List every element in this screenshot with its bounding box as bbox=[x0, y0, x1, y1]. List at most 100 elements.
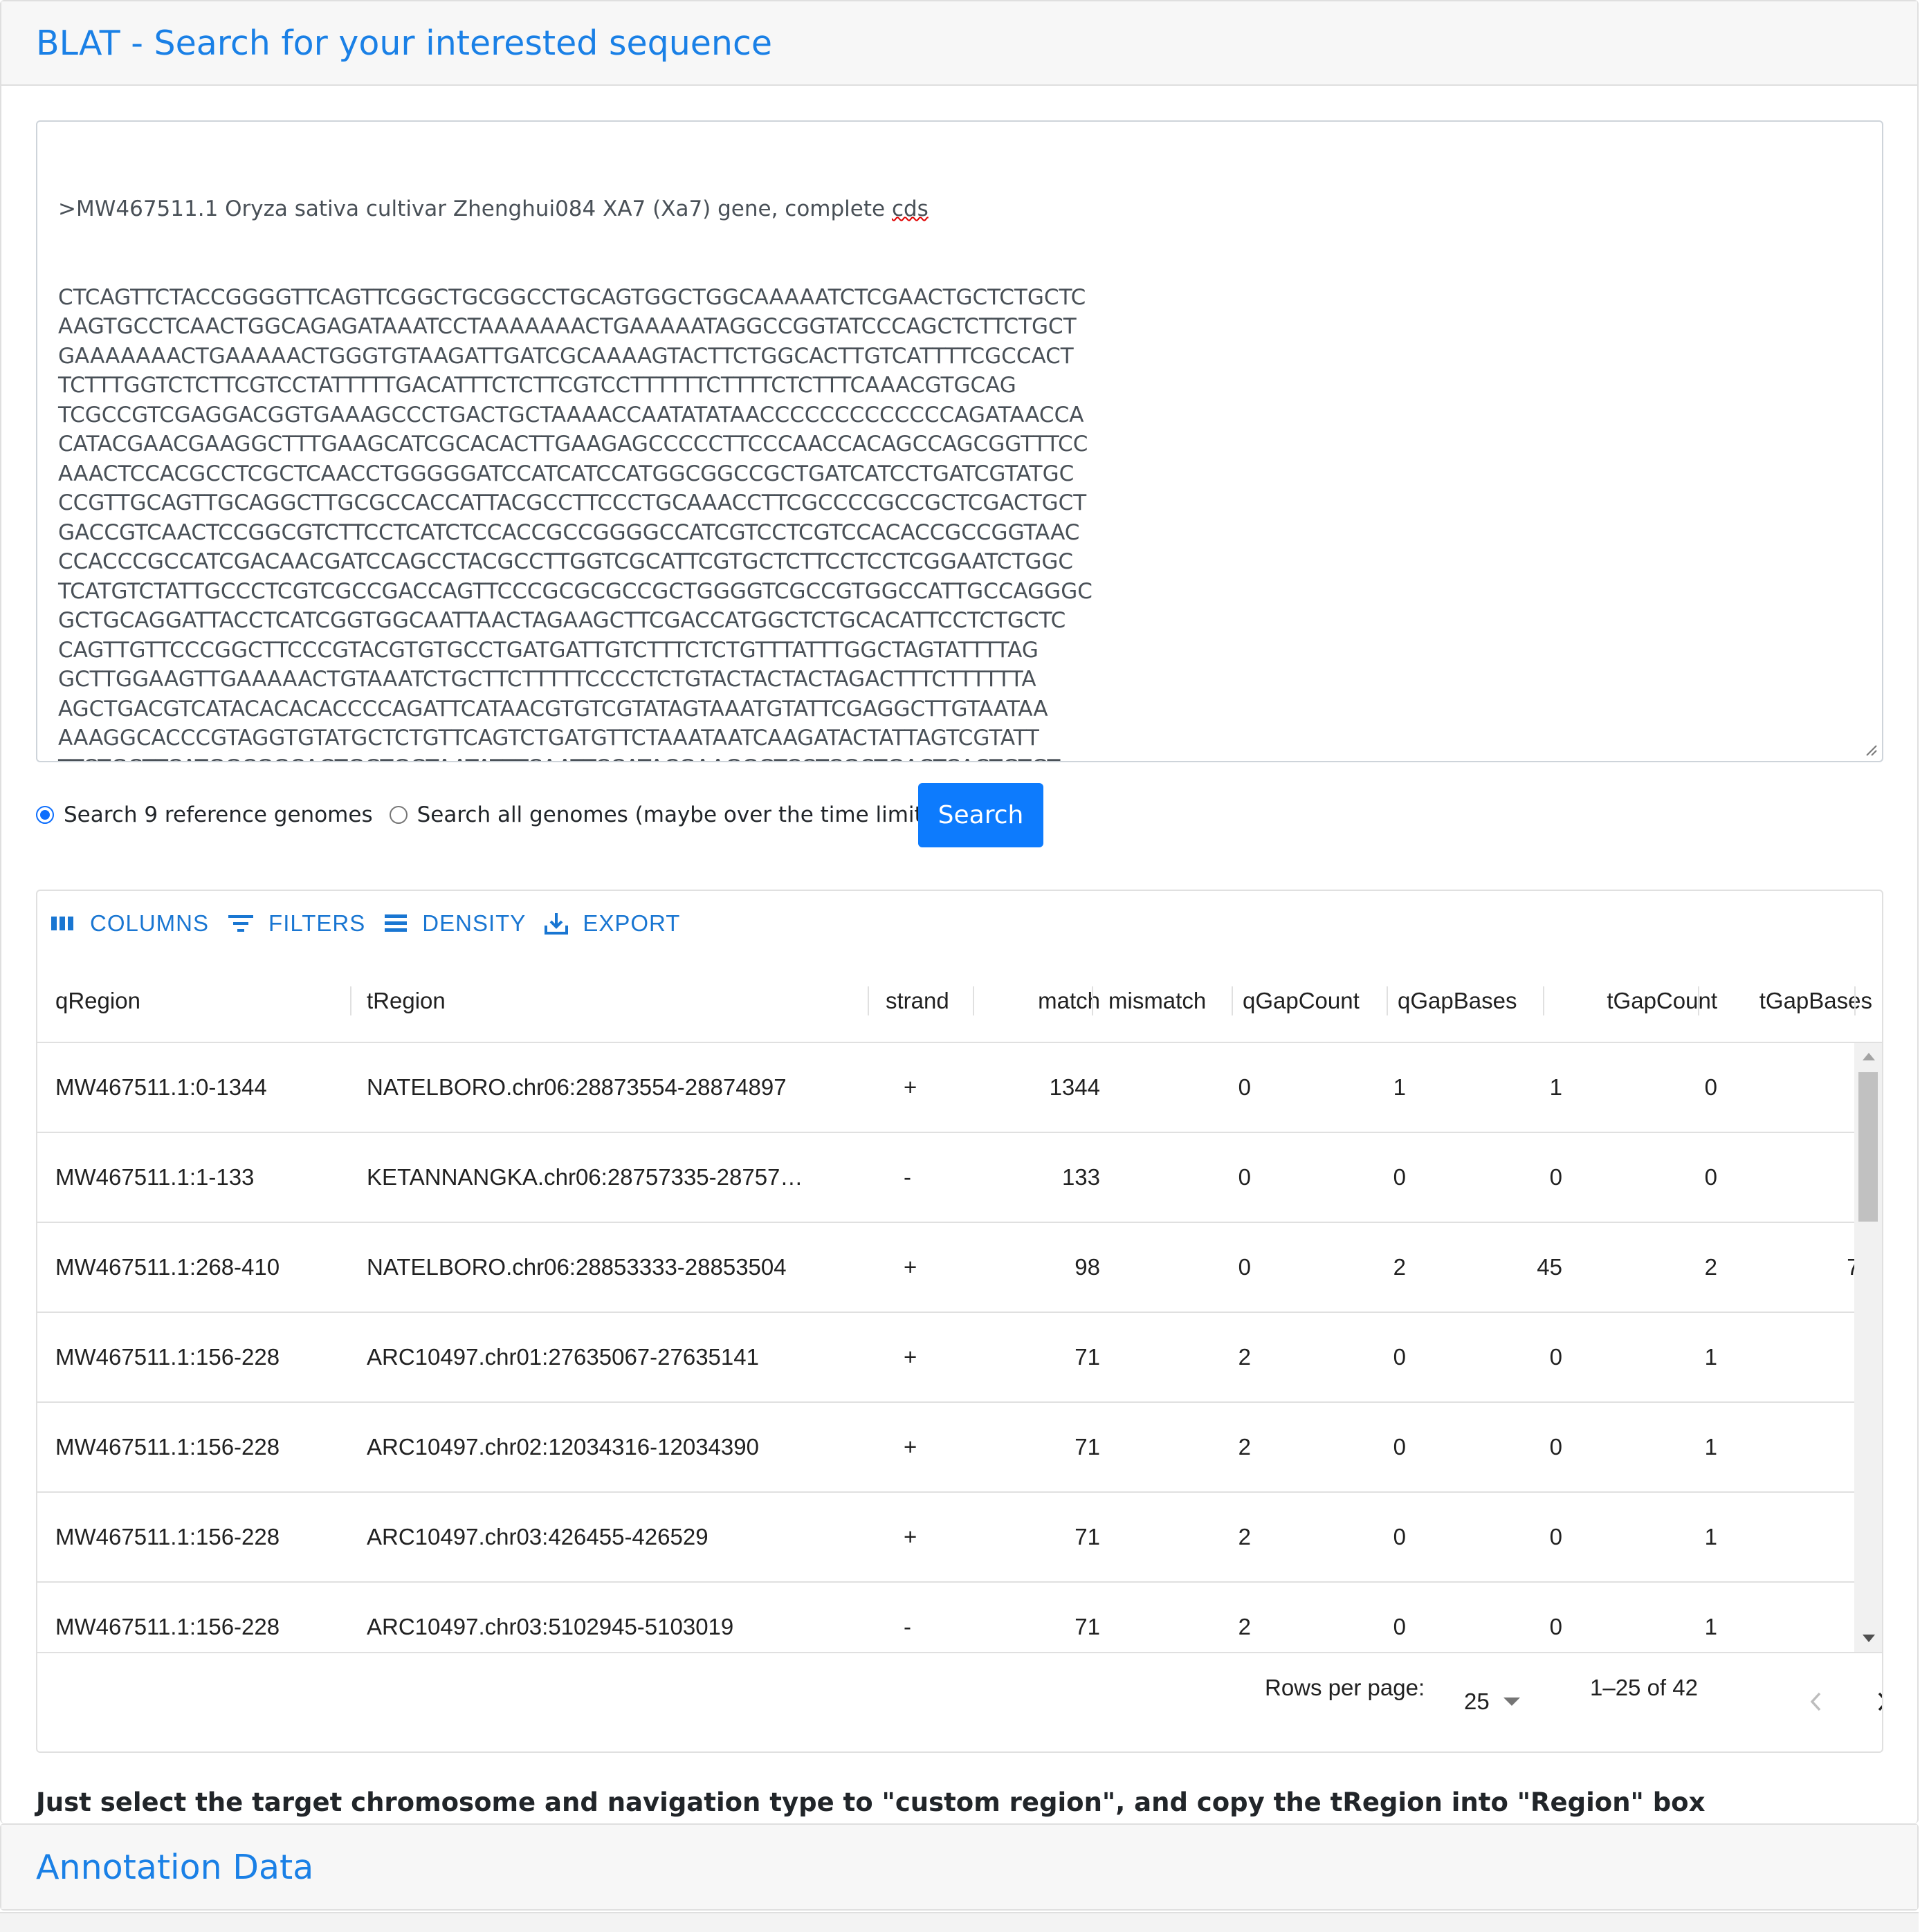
columns-label: COLUMNS bbox=[90, 910, 210, 936]
column-separator[interactable] bbox=[868, 986, 869, 1015]
cell-tgapcount: 0 bbox=[1704, 1164, 1717, 1190]
table-row[interactable]: MW467511.1:156-228 ARC10497.chr03:426455-… bbox=[37, 1493, 1854, 1583]
search-button[interactable]: Search bbox=[918, 783, 1043, 847]
caret-down-icon bbox=[1503, 1698, 1520, 1706]
cell-tgapbases: 2 bbox=[1728, 1583, 1854, 1652]
cell-match: 71 bbox=[1075, 1344, 1100, 1370]
cell-qgapbases: 0 bbox=[1549, 1614, 1562, 1639]
resize-handle-icon[interactable] bbox=[1864, 743, 1878, 757]
table-row[interactable]: MW467511.1:156-228 ARC10497.chr03:5102945… bbox=[37, 1583, 1854, 1652]
radio-all-genomes[interactable] bbox=[389, 806, 408, 824]
cell-tgapcount: 1 bbox=[1704, 1344, 1717, 1370]
cell-qgapbases: 0 bbox=[1549, 1434, 1562, 1460]
column-separator[interactable] bbox=[1232, 986, 1233, 1015]
previous-page-button[interactable] bbox=[1795, 1681, 1836, 1722]
blat-panel-title: BLAT - Search for your interested sequen… bbox=[36, 23, 773, 63]
column-separator[interactable] bbox=[973, 986, 974, 1015]
usage-hint: Just select the target chromosome and na… bbox=[36, 1787, 1706, 1817]
cell-tgapcount: 1 bbox=[1704, 1434, 1717, 1460]
radio-reference-genomes[interactable] bbox=[36, 806, 54, 824]
column-separator[interactable] bbox=[1092, 986, 1093, 1015]
column-separator[interactable] bbox=[350, 986, 351, 1015]
density-icon bbox=[385, 914, 408, 932]
blat-panel-header[interactable]: BLAT - Search for your interested sequen… bbox=[1, 1, 1917, 86]
table-row[interactable]: MW467511.1:1-133 KETANNANGKA.chr06:287573… bbox=[37, 1133, 1854, 1223]
table-row[interactable]: MW467511.1:268-410 NATELBORO.chr06:288533… bbox=[37, 1223, 1854, 1313]
cell-qgapcount: 2 bbox=[1393, 1254, 1406, 1280]
cell-strand: + bbox=[904, 1344, 917, 1370]
columns-icon bbox=[51, 917, 73, 930]
column-header-tgapbases[interactable]: tGapBases bbox=[1728, 960, 1872, 1042]
column-separator[interactable] bbox=[1854, 986, 1856, 1015]
export-label: EXPORT bbox=[583, 910, 681, 936]
radio-reference-genomes-label[interactable]: Search 9 reference genomes bbox=[64, 802, 373, 827]
cell-mismatch: 2 bbox=[1238, 1524, 1251, 1549]
next-page-button[interactable] bbox=[1863, 1681, 1882, 1722]
filters-button[interactable]: FILTERS bbox=[227, 910, 365, 937]
cell-strand: + bbox=[904, 1074, 917, 1100]
column-header-qgapbases[interactable]: qGapBases bbox=[1398, 960, 1543, 1042]
cell-qgapbases: 45 bbox=[1537, 1254, 1562, 1280]
cell-strand: + bbox=[904, 1434, 917, 1460]
column-header-match[interactable]: match bbox=[992, 960, 1100, 1042]
annotation-panel-header[interactable]: Annotation Data bbox=[1, 1825, 1917, 1909]
cell-match: 98 bbox=[1075, 1254, 1100, 1280]
cell-match: 71 bbox=[1075, 1614, 1100, 1639]
table-row[interactable]: MW467511.1:156-228 ARC10497.chr02:1203431… bbox=[37, 1403, 1854, 1493]
column-separator[interactable] bbox=[1543, 986, 1544, 1015]
cell-qregion: MW467511.1:156-228 bbox=[55, 1434, 280, 1460]
sequence-header: >MW467511.1 Oryza sativa cultivar Zhengh… bbox=[58, 194, 1861, 224]
cell-qgapbases: 1 bbox=[1549, 1074, 1562, 1100]
sequence-line: TCGCCGTCGAGGACGGTGAAAGCCCTGACTGCTAAAACCA… bbox=[58, 402, 1084, 427]
cell-tgapbases: 0 bbox=[1728, 1133, 1854, 1222]
table-row[interactable]: MW467511.1:156-228 ARC10497.chr01:2763506… bbox=[37, 1313, 1854, 1403]
sequence-line: AAGTGCCTCAACTGGCAGAGATAAATCCTAAAAAAACTGA… bbox=[58, 314, 1077, 339]
scrollbar-thumb[interactable] bbox=[1858, 1072, 1878, 1222]
rows-per-page-select[interactable]: 25 bbox=[1464, 1681, 1520, 1722]
columns-button[interactable]: COLUMNS bbox=[50, 910, 209, 937]
cell-tregion: NATELBORO.chr06:28853333-28853504 bbox=[367, 1254, 787, 1280]
cell-match: 133 bbox=[1061, 1164, 1100, 1190]
cell-mismatch: 0 bbox=[1238, 1164, 1251, 1190]
cell-qregion: MW467511.1:1-133 bbox=[55, 1164, 255, 1190]
scroll-up-icon[interactable] bbox=[1863, 1053, 1875, 1060]
column-separator[interactable] bbox=[1698, 986, 1699, 1015]
cell-qregion: MW467511.1:0-1344 bbox=[55, 1074, 267, 1100]
export-icon bbox=[545, 913, 569, 935]
search-scope-options: Search 9 reference genomes Search all ge… bbox=[36, 782, 948, 848]
cell-qregion: MW467511.1:156-228 bbox=[55, 1614, 280, 1639]
cell-tgapcount: 1 bbox=[1704, 1614, 1717, 1639]
sequence-line: CCGTTGCAGTTGCAGGCTTGCGCCACCATTACGCCTTCCC… bbox=[58, 490, 1087, 515]
sequence-line: AGCTGACGTCATACACACACCCCAGATTCATAACGTGTCG… bbox=[58, 696, 1048, 721]
table-row[interactable]: MW467511.1:0-1344 NATELBORO.chr06:2887355… bbox=[37, 1043, 1854, 1133]
cell-strand: - bbox=[904, 1614, 911, 1639]
density-button[interactable]: DENSITY bbox=[383, 910, 526, 937]
column-header-tgapcount[interactable]: tGapCount bbox=[1573, 960, 1717, 1042]
vertical-scrollbar[interactable] bbox=[1854, 1043, 1882, 1652]
cell-qregion: MW467511.1:156-228 bbox=[55, 1344, 280, 1370]
column-separator[interactable] bbox=[1387, 986, 1388, 1015]
column-header-qgapcount[interactable]: qGapCount bbox=[1243, 960, 1388, 1042]
sequence-body: CTCAGTTCTACCGGGGTTCAGTTCGGCTGCGGCCTGCAGT… bbox=[58, 283, 1861, 762]
sequence-line: TTCTGCTTCATGGCGGCAGTGGTGGTAATATTTCAATTCC… bbox=[58, 753, 1861, 762]
spellcheck-word: cds bbox=[891, 196, 929, 221]
scroll-down-icon[interactable] bbox=[1863, 1635, 1875, 1642]
cell-tregion: KETANNANGKA.chr06:28757335-28757… bbox=[367, 1164, 803, 1190]
cell-tregion: ARC10497.chr02:12034316-12034390 bbox=[367, 1434, 759, 1460]
cell-match: 1344 bbox=[1049, 1074, 1100, 1100]
column-header-tregion[interactable]: tRegion bbox=[367, 960, 875, 1042]
cell-qgapbases: 0 bbox=[1549, 1164, 1562, 1190]
column-header-mismatch[interactable]: mismatch bbox=[1108, 960, 1252, 1042]
cell-tregion: ARC10497.chr01:27635067-27635141 bbox=[367, 1344, 759, 1370]
cell-qgapcount: 0 bbox=[1393, 1524, 1406, 1549]
export-button[interactable]: EXPORT bbox=[544, 910, 680, 937]
column-header-qregion[interactable]: qRegion bbox=[55, 960, 360, 1042]
annotation-panel: Annotation Data bbox=[0, 1823, 1919, 1911]
column-header-strand[interactable]: strand bbox=[886, 960, 976, 1042]
radio-all-genomes-label[interactable]: Search all genomes (maybe over the time … bbox=[417, 802, 931, 827]
chevron-left-icon bbox=[1810, 1692, 1821, 1711]
cell-tgapbases: 2 bbox=[1728, 1313, 1854, 1401]
sequence-line: TCTTTGGTCTCTTCGTCCTATTTTTGACATTTCTCTTCGT… bbox=[58, 373, 1016, 398]
sequence-input[interactable]: >MW467511.1 Oryza sativa cultivar Zhengh… bbox=[36, 120, 1883, 762]
cell-mismatch: 0 bbox=[1238, 1074, 1251, 1100]
